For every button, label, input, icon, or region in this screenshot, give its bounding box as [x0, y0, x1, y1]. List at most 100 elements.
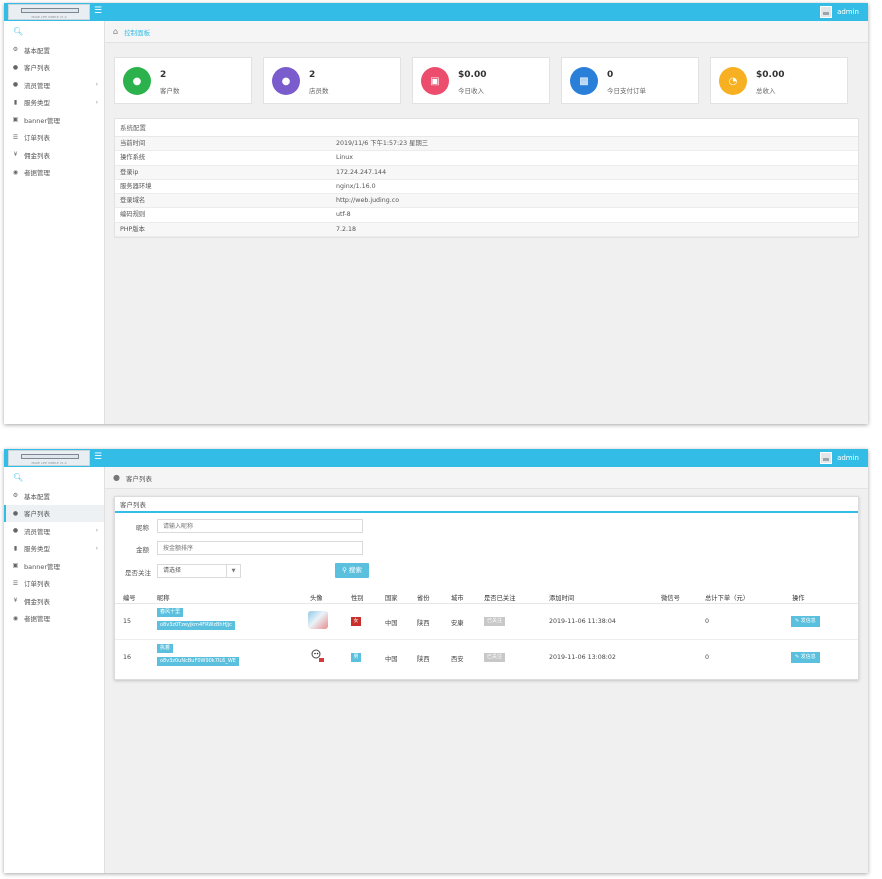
hamburger-icon[interactable]: ☰ — [94, 7, 102, 16]
row-value: utf-8 — [336, 211, 351, 219]
hamburger-icon[interactable]: ☰ — [94, 453, 102, 462]
chevron-right-icon: › — [95, 81, 98, 88]
sidebar-item-staff[interactable]: ● 流员管理 › — [4, 76, 104, 94]
customer-list-box: 客户列表 昵称 金额 是否关注 请选择 ▼ ⚲ 搜索 编号 昵称 头像 性别 国… — [114, 496, 859, 680]
gender-badge: 女 — [351, 617, 361, 626]
stat-value: $0.00 — [458, 70, 487, 80]
sidebar-item-basic-config[interactable]: ⚙ 基本配置 — [4, 41, 104, 59]
stat-label: 总收入 — [756, 87, 776, 95]
search-button[interactable]: ⚲ 搜索 — [335, 563, 369, 578]
admin-avatar[interactable] — [820, 452, 832, 464]
edit-icon: ✎ — [795, 654, 800, 660]
top-bar: MAKE LIFE SIMPLE V1.0 ☰ admin — [4, 3, 868, 21]
comment-icon: ◉ — [12, 614, 19, 622]
cell-country: 中国 — [385, 620, 398, 627]
table-row: 15 春风十里 o8v3z0Tzeyjkm4FRWzBhHJjc 女 中国 陕西… — [115, 604, 858, 640]
logo[interactable]: MAKE LIFE SIMPLE V1.0 — [8, 4, 90, 20]
sidebar-item-service-type[interactable]: ▮ 服务类型 › — [4, 94, 104, 112]
search-icon[interactable]: 🔍︎ — [4, 21, 104, 41]
col-avatar: 头像 — [310, 595, 323, 602]
admin-name[interactable]: admin — [837, 8, 859, 16]
sidebar-item-orders[interactable]: ☰ 订单列表 — [4, 129, 104, 147]
cell-total: 0 — [705, 654, 710, 661]
follow-select[interactable]: 请选择 ▼ — [157, 564, 241, 578]
cell-id: 15 — [123, 618, 132, 625]
breadcrumb-current: 客户列表 — [125, 474, 152, 483]
send-message-button[interactable]: ✎ 发信息 — [791, 616, 820, 627]
send-message-button[interactable]: ✎ 发信息 — [791, 652, 820, 663]
avatar — [308, 611, 328, 629]
table-row: 编码规则 utf-8 — [115, 208, 858, 223]
sidebar-item-basic-config[interactable]: ⚙ 基本配置 — [4, 487, 104, 505]
nickname-label: 昵称 — [136, 524, 149, 532]
stat-value: 0 — [607, 70, 614, 80]
sidebar-item-orders[interactable]: ☰ 订单列表 — [4, 575, 104, 593]
follow-label: 是否关注 — [125, 569, 151, 577]
table-row: 登录ip 172.24.247.144 — [115, 165, 858, 180]
sidebar-item-commission[interactable]: ¥ 佣金列表 — [4, 146, 104, 164]
sidebar-item-banner[interactable]: ▣ banner管理 — [4, 111, 104, 129]
sidebar-item-customers[interactable]: ● 客户列表 — [4, 59, 104, 77]
sidebar-item-commission[interactable]: ¥ 佣金列表 — [4, 592, 104, 610]
gear-icon: ⚙ — [12, 46, 19, 54]
row-value: 7.2.18 — [336, 225, 357, 233]
image-icon: ▣ — [12, 562, 19, 570]
sidebar-item-banner[interactable]: ▣ banner管理 — [4, 557, 104, 575]
search-icon[interactable]: 🔍︎ — [4, 467, 104, 487]
admin-avatar[interactable] — [820, 6, 832, 18]
user-icon: ● — [12, 509, 19, 517]
chevron-right-icon: › — [95, 527, 98, 534]
col-province: 省份 — [417, 595, 430, 602]
sidebar: 🔍︎ ⚙ 基本配置 ● 客户列表 ● 流员管理 › ▮ 服务类型 › ▣ banner管理 ☰… — [4, 21, 105, 424]
sidebar-item-reviews[interactable]: ◉ 者据管理 — [4, 610, 104, 628]
users-icon: ● — [12, 81, 19, 89]
col-country: 国家 — [385, 595, 398, 602]
row-key: 服务器环境 — [120, 182, 152, 190]
cell-total: 0 — [705, 618, 710, 625]
customer-list-window: MAKE LIFE SIMPLE V1.0 ☰ admin 🔍︎ ⚙ 基本配置 ●… — [4, 449, 868, 873]
folder-icon: ▮ — [13, 544, 18, 552]
follow-select-value: 请选择 — [163, 567, 182, 574]
row-key: PHP版本 — [120, 225, 145, 233]
user-icon: ● — [123, 67, 151, 95]
list-title: 客户列表 — [115, 497, 858, 513]
laptop-icon: ▣ — [421, 67, 449, 95]
folder-icon: ▮ — [13, 98, 18, 106]
users-icon: ● — [272, 67, 300, 95]
logo[interactable]: MAKE LIFE SIMPLE V1.0 — [8, 450, 90, 466]
admin-name[interactable]: admin — [837, 454, 859, 462]
followed-badge: 已关注 — [484, 653, 506, 662]
system-config-title: 系统配置 — [115, 119, 858, 137]
row-key: 当前时间 — [120, 140, 146, 147]
cell-city: 安康 — [451, 620, 464, 627]
col-followed: 是否已关注 — [484, 595, 516, 602]
chevron-right-icon: › — [95, 544, 98, 552]
table-row: 服务器环境 nginx/1.16.0 — [115, 180, 858, 195]
cell-added-time: 2019-11-06 13:08:02 — [549, 654, 616, 661]
sidebar-item-customers[interactable]: ● 客户列表 — [4, 504, 104, 522]
breadcrumb: ● 客户列表 — [105, 467, 868, 489]
breadcrumb-link[interactable]: 控制面板 — [124, 27, 150, 37]
stat-value: 2 — [309, 70, 316, 80]
cell-nickname: 执着 — [157, 644, 174, 653]
row-value: http://web.juding.co — [336, 197, 400, 205]
table-row: PHP版本 7.2.18 — [115, 222, 858, 238]
user-icon: ● — [12, 63, 19, 71]
cell-openid: o8v3z0uNcBuF0W90k7IL6_WE — [157, 657, 239, 666]
list-icon: ☰ — [12, 579, 19, 587]
nickname-input[interactable] — [157, 519, 363, 533]
cell-openid: o8v3z0Tzeyjkm4FRWzBhHJjc — [157, 621, 235, 630]
stat-card-customers: ● 2 客户数 — [114, 57, 252, 104]
col-wechat: 微信号 — [661, 595, 680, 602]
cell-nickname: 春风十里 — [157, 608, 184, 617]
stat-card-total-income: ◔ $0.00 总收入 — [710, 57, 848, 104]
sidebar-item-staff[interactable]: ● 流员管理 › — [4, 522, 104, 540]
amount-sort-input[interactable] — [157, 541, 363, 555]
chevron-down-icon: ▼ — [226, 565, 240, 577]
breadcrumb: ⌂ 控制面板 — [105, 21, 868, 43]
row-key: 编码规则 — [120, 211, 146, 219]
logo-caption: MAKE LIFE SIMPLE V1.0 — [31, 461, 67, 465]
list-icon: ☰ — [12, 133, 19, 141]
sidebar-item-service-type[interactable]: ▮ 服务类型 › — [4, 540, 104, 558]
sidebar-item-reviews[interactable]: ◉ 者据管理 — [4, 164, 104, 182]
